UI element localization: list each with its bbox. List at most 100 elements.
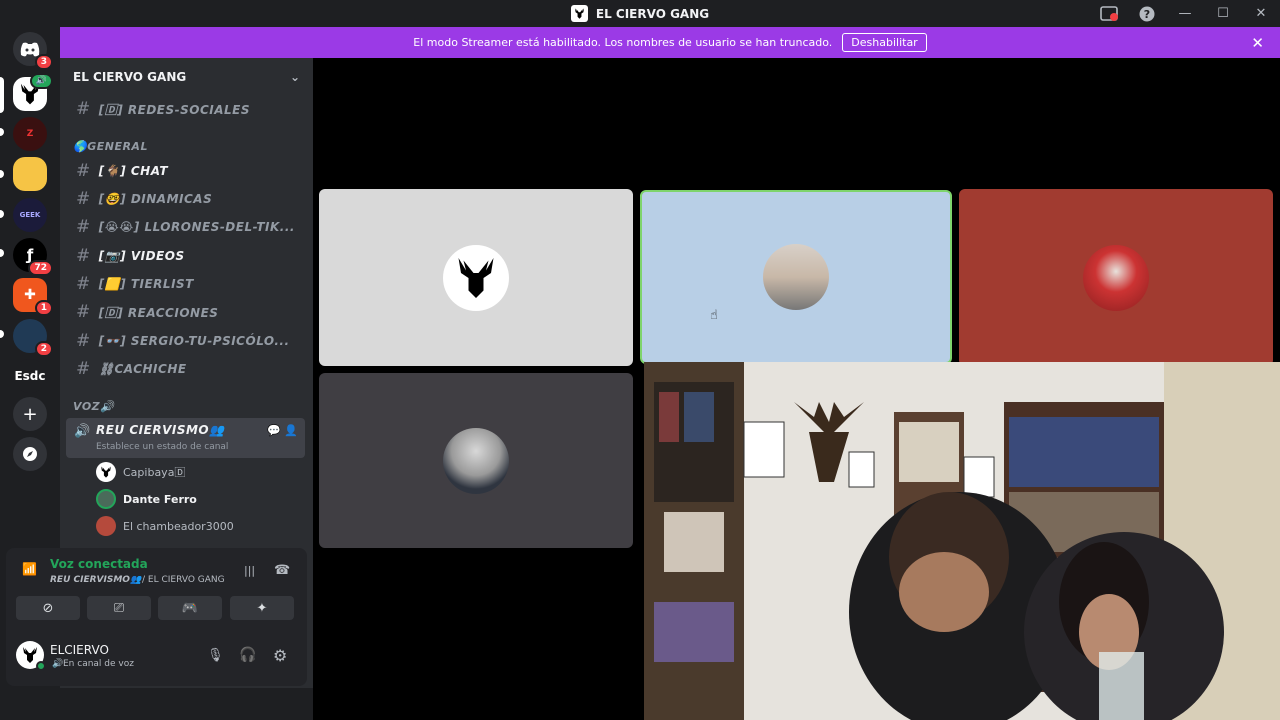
participant-tile-speaking[interactable]: ☝ — [640, 190, 952, 364]
banner-text: El modo Streamer está habilitado. Los no… — [413, 36, 833, 49]
screen-share-icon: ⎚ — [113, 600, 125, 616]
help-icon[interactable]: ? — [1128, 0, 1166, 27]
channel-label: [👓] SERGIO-TU-PSICÓLO... — [98, 334, 290, 348]
voice-connected-panel: 📶 Voz conectada REU CIERVISMO👥 / EL CIER… — [6, 548, 307, 628]
channel-chat[interactable]: # [🐐] CHAT — [68, 158, 305, 184]
hash-icon: # — [76, 99, 91, 119]
activities-button[interactable]: 🎮 — [158, 596, 222, 620]
user-panel: ELCIERVO 🔊 En canal de voz 🎙 🎧 ⚙ — [6, 628, 307, 686]
disable-streamer-button[interactable]: Deshabilitar — [842, 33, 927, 52]
category-voz[interactable]: VOZ🔊 — [73, 400, 114, 413]
voice-active-badge: 🔊 — [29, 73, 53, 89]
member-name: Dante Ferro — [123, 492, 197, 506]
channel-videos[interactable]: # [📷] VIDEOS — [68, 243, 305, 269]
channel-tierlist[interactable]: # [🟨] TIERLIST — [68, 271, 305, 297]
channel-llorones[interactable]: # [😭😭] LLORONES-DEL-TIK... — [68, 214, 305, 240]
hash-icon: # — [76, 217, 91, 237]
channel-label: [🤓] DINAMICAS — [98, 192, 213, 206]
voice-member[interactable]: El chambeador3000 — [96, 514, 234, 538]
channel-label: [🄳] REDES-SOCIALES — [98, 102, 251, 117]
hash-icon: # — [76, 161, 91, 181]
server-yellow-face-icon[interactable] — [13, 157, 47, 191]
channel-label: [🐐] CHAT — [98, 164, 169, 178]
channel-label: [🄳] REACCIONES — [98, 305, 219, 320]
participant-tile[interactable] — [319, 189, 633, 366]
voice-location-server[interactable]: / EL CIERVO GANG — [142, 575, 225, 585]
avatar — [96, 516, 116, 536]
member-name: Capibaya🄳 — [123, 466, 186, 479]
voice-location-channel[interactable]: REU CIERVISMO👥 — [50, 575, 141, 585]
hash-icon: # — [76, 302, 91, 322]
voice-channel-reu-ciervismo[interactable]: 🔊 REU CIERVISMO👥 Establece un estado de … — [66, 418, 305, 458]
unread-pill — [0, 210, 4, 218]
camera-off-button[interactable]: ⊘ — [16, 596, 80, 620]
explore-icon[interactable] — [13, 437, 47, 471]
screen-share-button[interactable]: ⎚ — [87, 596, 151, 620]
channel-redes-sociales[interactable]: # [🄳] REDES-SOCIALES — [68, 96, 305, 122]
mouse-cursor-icon: ☝ — [710, 308, 718, 323]
server-esdc-icon[interactable]: Esdc — [13, 359, 47, 393]
unread-pill — [0, 249, 4, 257]
signal-icon[interactable]: 📶 — [22, 562, 37, 576]
voice-member[interactable]: Dante Ferro — [96, 487, 197, 511]
participant-tile[interactable] — [959, 189, 1273, 366]
server-el-ciervo-gang-icon[interactable]: 🔊 — [13, 73, 53, 111]
add-member-icon[interactable]: 👤 — [284, 424, 298, 437]
voice-channel-name: REU CIERVISMO👥 — [96, 423, 225, 437]
camera-off-icon: ⊘ — [42, 600, 54, 616]
close-banner-icon[interactable]: ✕ — [1251, 34, 1264, 52]
unread-pill — [0, 330, 4, 338]
server-blue-icon[interactable]: 2 — [13, 319, 53, 357]
microphone-icon[interactable]: 🎙 — [207, 648, 224, 663]
participant-avatar — [763, 244, 829, 310]
maximize-icon[interactable]: ☐ — [1204, 0, 1242, 27]
user-avatar[interactable] — [16, 641, 46, 671]
inbox-icon[interactable] — [1090, 0, 1128, 27]
server-fa-badge: 72 — [28, 260, 53, 276]
guild-header[interactable]: EL CIERVO GANG ⌄ — [60, 58, 313, 96]
window-title: EL CIERVO GANG — [595, 6, 710, 21]
channel-sergio[interactable]: # [👓] SERGIO-TU-PSICÓLO... — [68, 328, 305, 354]
channel-label: [🟨] TIERLIST — [98, 277, 194, 291]
server-geek-icon[interactable]: GEEK — [13, 198, 47, 232]
voice-connected-label: Voz conectada — [50, 557, 148, 571]
active-server-indicator — [0, 77, 4, 113]
voice-member[interactable]: Capibaya🄳 — [96, 460, 185, 484]
chat-bubble-icon[interactable]: 💬 — [267, 424, 281, 437]
channel-label: ⛓CACHICHE — [98, 362, 187, 376]
sparkle-icon: ✦ — [256, 600, 268, 616]
category-general[interactable]: 🌎GENERAL — [73, 140, 148, 153]
soundboard-button[interactable]: ✦ — [230, 596, 294, 620]
channel-reacciones[interactable]: # [🄳] REACCIONES — [68, 299, 305, 325]
settings-gear-icon[interactable]: ⚙ — [273, 646, 287, 665]
user-status: En canal de voz — [63, 659, 134, 669]
unread-pill — [0, 170, 4, 178]
svg-text:?: ? — [1144, 8, 1150, 21]
channel-dinamicas[interactable]: # [🤓] DINAMICAS — [68, 186, 305, 212]
server-red-icon[interactable]: Z — [13, 117, 47, 151]
title-bar: EL CIERVO GANG ? — ☐ ✕ — [0, 0, 1280, 27]
speaker-icon: 🔊 — [74, 424, 91, 439]
gamepad-icon: 🎮 — [181, 600, 199, 616]
channel-label: [😭😭] LLORONES-DEL-TIK... — [98, 220, 295, 234]
avatar — [96, 462, 116, 482]
channel-label: [📷] VIDEOS — [98, 249, 185, 263]
close-window-icon[interactable]: ✕ — [1242, 0, 1280, 27]
voice-status-icon: 🔊 — [52, 659, 64, 669]
participant-tile[interactable] — [319, 373, 633, 548]
streamer-mode-banner: El modo Streamer está habilitado. Los no… — [60, 27, 1280, 58]
participant-avatar — [1083, 244, 1149, 311]
soundboard-icon[interactable]: ||| — [244, 564, 255, 577]
discord-home-icon[interactable]: 3 — [13, 32, 53, 70]
server-orange-icon[interactable]: ✚ 1 — [13, 278, 53, 316]
disconnect-icon[interactable]: ☎ — [274, 563, 290, 578]
hash-icon: # — [76, 359, 91, 379]
hash-icon: # — [76, 331, 91, 351]
server-fa-icon[interactable]: ƒ 72 — [13, 238, 53, 276]
hash-icon: # — [76, 246, 91, 266]
channel-cachiche[interactable]: # ⛓CACHICHE — [68, 356, 305, 382]
minimize-icon[interactable]: — — [1166, 0, 1204, 27]
add-server-icon[interactable]: + — [13, 397, 47, 431]
headphones-icon[interactable]: 🎧 — [239, 647, 256, 663]
channel-status[interactable]: Establece un estado de canal — [96, 442, 228, 452]
